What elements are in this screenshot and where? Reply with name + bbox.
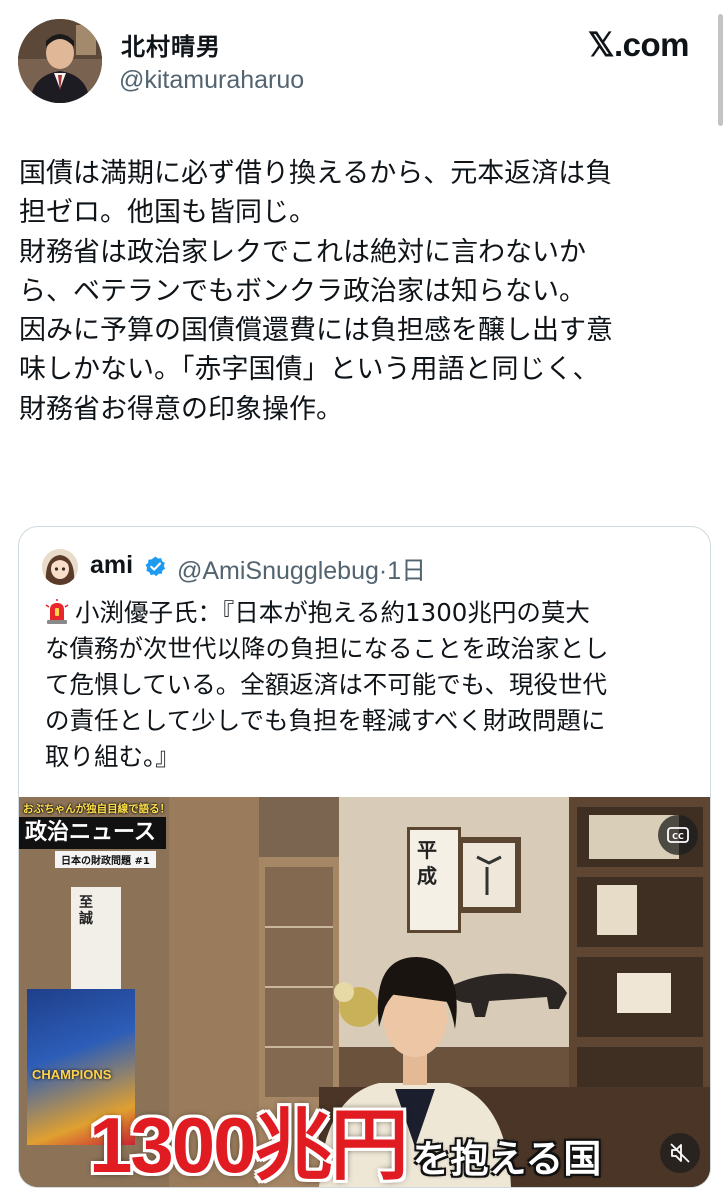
video-title: 政治ニュース bbox=[19, 817, 166, 849]
post-line: 財務省お得意の印象操作。 bbox=[19, 393, 343, 425]
quoted-line-text: 小渕優子氏：『日本が抱える約1300兆円の莫大 bbox=[75, 598, 590, 627]
post-line: 担ゼロ。他国も皆同じ。 bbox=[19, 197, 316, 229]
video-title-kicker: おぶちゃんが独自目線で語る！ bbox=[23, 803, 171, 815]
video-subtitle: 日本の財政問題 #1 bbox=[55, 851, 156, 868]
quoted-line: て危惧している。全額返済は不可能でも、現役世代 bbox=[45, 670, 608, 699]
closed-captions-button[interactable]: CC bbox=[658, 815, 698, 855]
video-title-overlay: おぶちゃんが独自目線で語る！ 政治ニュース 日本の財政問題 #1 bbox=[19, 799, 179, 869]
calligraphy-text: 平成 bbox=[417, 838, 437, 888]
quoted-author-handle-time[interactable]: @AmiSnugglebug·1日 bbox=[177, 551, 426, 587]
post-line: 因みに予算の国債償還費には負担感を醸し出す意 bbox=[19, 315, 613, 347]
closed-captions-icon: CC bbox=[667, 827, 689, 843]
siren-icon bbox=[45, 599, 69, 624]
quoted-line: 小渕優子氏：『日本が抱える約1300兆円の莫大 bbox=[45, 595, 695, 631]
video-caption: 1300兆円 を抱える国 bbox=[89, 1083, 601, 1187]
post-line: 国債は満期に必ず借り換えるから、元本返済は負 bbox=[19, 158, 613, 189]
author-avatar[interactable] bbox=[18, 19, 102, 103]
calendar-text: 至誠 bbox=[79, 895, 93, 927]
post-line: ら、ベテランでもボンクラ政治家は知らない。 bbox=[19, 275, 586, 307]
svg-text:CC: CC bbox=[672, 832, 684, 841]
quoted-line: な債務が次世代以降の負担になることを政治家とし bbox=[45, 634, 609, 663]
video-caption-suffix: を抱える国 bbox=[412, 1137, 602, 1181]
quoted-post-card[interactable]: ami @AmiSnugglebug·1日 小渕優子氏：『日本が抱える約1300… bbox=[18, 526, 711, 1188]
quoted-line: の責任として少しでも負担を軽減すべく財政問題に bbox=[45, 706, 606, 735]
video-caption-amount: 1300兆円 bbox=[89, 1101, 409, 1187]
quoted-post-text: 小渕優子氏：『日本が抱える約1300兆円の莫大 な債務が次世代以降の負担になるこ… bbox=[45, 595, 695, 775]
post-text: 国債は満期に必ず借り換えるから、元本返済は負 担ゼロ。他国も皆同じ。 財務省は政… bbox=[19, 154, 709, 429]
video-player[interactable]: 至誠 平成 CHAMPIONS おぶちゃんが独自目線で語る！ 政治ニュース 日本… bbox=[19, 797, 710, 1187]
poster-text: CHAMPIONS bbox=[32, 1067, 112, 1082]
quoted-author-name[interactable]: ami bbox=[90, 551, 133, 580]
mute-toggle-button[interactable] bbox=[660, 1133, 700, 1173]
author-display-name[interactable]: 北村晴男 bbox=[121, 27, 221, 62]
post-line: 財務省は政治家レクでこれは絶対に言わないか bbox=[19, 236, 586, 268]
quoted-line: 取り組む。』 bbox=[45, 742, 180, 771]
scrollbar[interactable] bbox=[718, 14, 723, 126]
quoted-author-avatar[interactable] bbox=[42, 549, 78, 585]
author-handle[interactable]: @kitamuraharuo bbox=[119, 66, 304, 95]
x-brand-logo[interactable]: 𝕏.com bbox=[588, 25, 690, 64]
muted-speaker-icon bbox=[670, 1143, 690, 1163]
post-line: 味しかない。「赤字国債」という用語と同じく、 bbox=[19, 354, 600, 386]
verified-badge-icon bbox=[145, 556, 166, 577]
